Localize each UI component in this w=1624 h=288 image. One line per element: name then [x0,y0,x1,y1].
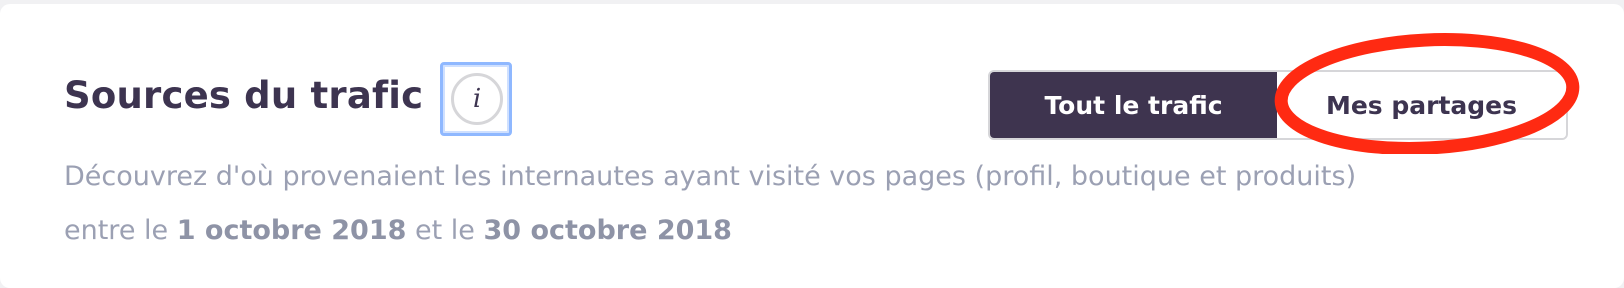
info-button[interactable]: i [440,62,512,136]
all-traffic-button[interactable]: Tout le trafic [990,72,1277,138]
end-date: 30 octobre 2018 [483,215,732,246]
page-title: Sources du trafic [64,74,424,117]
my-shares-button[interactable]: Mes partages [1277,72,1566,138]
traffic-sources-card: Sources du trafic i Tout le trafic Mes p… [0,4,1624,288]
description-text: Découvrez d'où provenaient les internaut… [64,150,1404,258]
traffic-filter-toggle: Tout le trafic Mes partages [988,70,1568,140]
start-date: 1 octobre 2018 [176,215,407,246]
info-icon: i [451,73,503,125]
description-middle: et le [406,215,484,246]
